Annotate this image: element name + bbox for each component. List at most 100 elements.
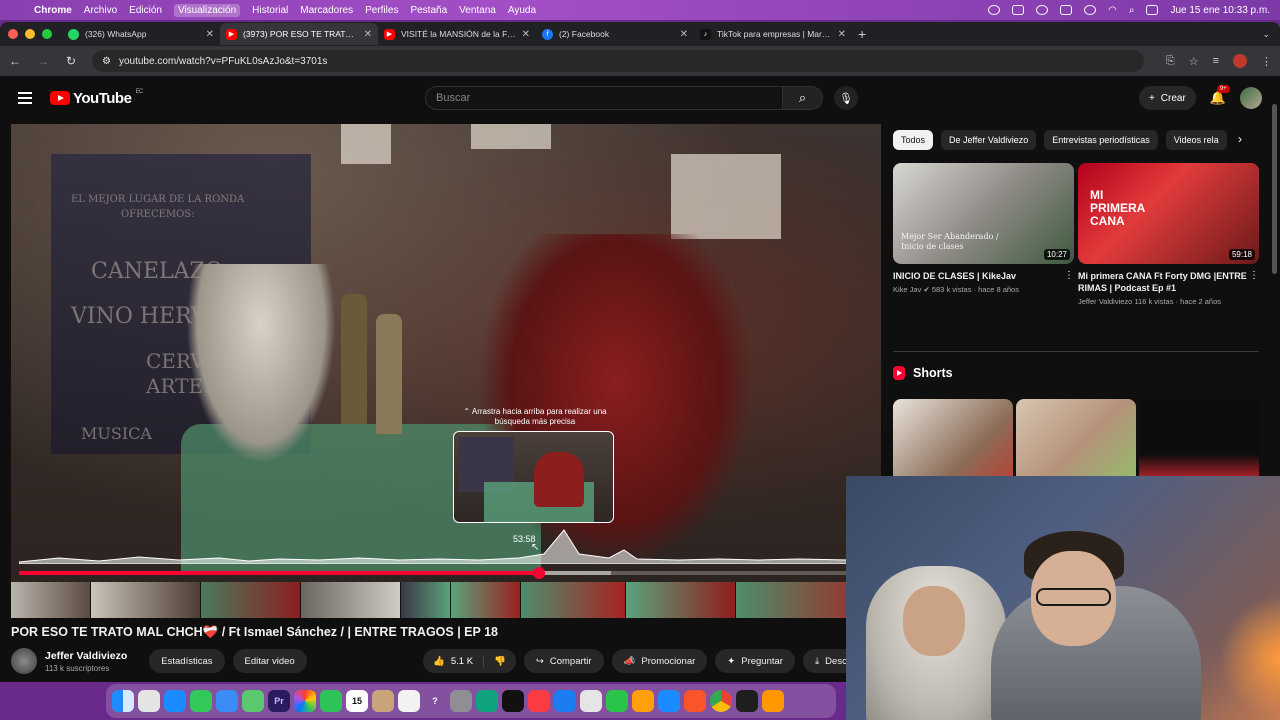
appstore-icon[interactable]: [658, 690, 680, 712]
video-thumbnail[interactable]: Mejor Ser Abanderado / Inicio de clases …: [893, 163, 1074, 264]
wifi-icon[interactable]: ◠: [1108, 5, 1117, 16]
bookmark-star-icon[interactable]: ☆: [1189, 55, 1199, 68]
omnibox[interactable]: ⚙ youtube.com/watch?v=PFuKL0sAzJo&t=3701…: [92, 50, 1144, 72]
ask-button[interactable]: ✦ Preguntar: [715, 649, 795, 673]
creative-cloud-icon[interactable]: [1036, 5, 1049, 15]
music-icon[interactable]: [528, 690, 550, 712]
help-icon[interactable]: ?: [424, 690, 446, 712]
maps-icon[interactable]: [242, 690, 264, 712]
create-button[interactable]: + Crear: [1138, 86, 1196, 110]
more-options-icon[interactable]: ⋮: [1249, 270, 1259, 281]
related-video-card[interactable]: MI PRIMERA CANA 59:18 Mi primera CANA Ft…: [1078, 163, 1259, 306]
menu-archivo[interactable]: Archivo: [84, 5, 117, 16]
storyboard-frame[interactable]: [451, 582, 521, 618]
tab-tiktok[interactable]: ♪ TikTok para empresas | Marketing ✕: [694, 23, 852, 45]
menu-ventana[interactable]: Ventana: [459, 5, 496, 16]
finder-icon[interactable]: [112, 690, 134, 712]
pages-icon[interactable]: [632, 690, 654, 712]
channel-name[interactable]: Jeffer Valdiviezo: [45, 650, 127, 662]
close-tab-icon[interactable]: ✕: [838, 29, 846, 40]
more-options-icon[interactable]: ⋮: [1064, 270, 1074, 281]
related-channel-name[interactable]: Jeffer Valdiviezo: [1078, 297, 1132, 306]
mail-icon[interactable]: [216, 690, 238, 712]
terminal-icon[interactable]: [736, 690, 758, 712]
control-center-icon[interactable]: [1146, 5, 1159, 15]
clock-icon[interactable]: [1084, 5, 1097, 15]
reminders-icon[interactable]: [398, 690, 420, 712]
tab-youtube-active[interactable]: ▶ (3973) POR ESO TE TRATO MAL ✕: [220, 23, 378, 45]
tab-youtube-mansion[interactable]: ▶ VISITÉ la MANSIÓN de la FAMA ✕: [378, 23, 536, 45]
menu-app-name[interactable]: Chrome: [34, 5, 72, 16]
close-tab-icon[interactable]: ✕: [522, 29, 530, 40]
close-tab-icon[interactable]: ✕: [364, 29, 372, 40]
photos-icon[interactable]: [294, 690, 316, 712]
chip-related[interactable]: Videos rela: [1165, 130, 1227, 150]
page-scrollbar[interactable]: [1272, 104, 1277, 274]
chip-interviews[interactable]: Entrevistas periodísticas: [1044, 130, 1158, 150]
tab-whatsapp[interactable]: (326) WhatsApp ✕: [62, 23, 220, 45]
storyboard-frame[interactable]: [201, 582, 301, 618]
storyboard-frame[interactable]: [11, 582, 91, 618]
channel-avatar[interactable]: [11, 648, 37, 674]
facetime-icon[interactable]: [320, 690, 342, 712]
video-player[interactable]: EL MEJOR LUGAR DE LA RONDA OFRECEMOS: CA…: [11, 124, 881, 618]
url-text[interactable]: youtube.com/watch?v=PFuKL0sAzJo&t=3701s: [119, 56, 327, 67]
screen-share-icon[interactable]: [1012, 5, 1025, 15]
voice-search-button[interactable]: 🎙: [834, 86, 858, 110]
promote-button[interactable]: 📣 Promocionar: [611, 649, 708, 673]
storyboard-frame[interactable]: [626, 582, 736, 618]
related-video-card[interactable]: Mejor Ser Abanderado / Inicio de clases …: [893, 163, 1074, 294]
account-avatar[interactable]: [1240, 87, 1262, 109]
video-thumbnail[interactable]: MI PRIMERA CANA 59:18: [1078, 163, 1259, 264]
tab-facebook[interactable]: f (2) Facebook ✕: [536, 23, 694, 45]
like-button[interactable]: 👍 5.1 K: [423, 655, 485, 667]
install-app-icon[interactable]: ⎘: [1166, 55, 1175, 68]
chip-todos[interactable]: Todos: [893, 130, 934, 150]
reload-button[interactable]: ↻: [64, 54, 78, 68]
dislike-button[interactable]: 👎: [484, 656, 516, 667]
search-button[interactable]: ⌕: [783, 86, 823, 110]
search-icon[interactable]: ⌕: [1129, 5, 1135, 16]
search-input[interactable]: Buscar: [425, 86, 783, 110]
extension-icon[interactable]: [1060, 5, 1073, 15]
chrome-icon[interactable]: [710, 690, 732, 712]
youtube-logo[interactable]: YouTube EC: [50, 89, 143, 107]
menu-hamburger-icon[interactable]: [18, 89, 32, 107]
extensions-icon[interactable]: ≡: [1213, 55, 1219, 67]
brave-icon[interactable]: [684, 690, 706, 712]
close-tab-icon[interactable]: ✕: [680, 29, 688, 40]
sublime-icon[interactable]: [762, 690, 784, 712]
storyboard-strip[interactable]: [11, 582, 881, 618]
new-tab-button[interactable]: +: [858, 26, 866, 42]
notifications-button[interactable]: 🔔 9+: [1210, 85, 1230, 106]
related-video-title[interactable]: INICIO DE CLASES | KikeJav: [893, 270, 1063, 282]
menu-historial[interactable]: Historial: [252, 5, 288, 16]
storyboard-frame[interactable]: [91, 582, 201, 618]
storyboard-frame[interactable]: [301, 582, 401, 618]
menu-perfiles[interactable]: Perfiles: [365, 5, 398, 16]
launchpad-icon[interactable]: [138, 690, 160, 712]
menu-visualizacion[interactable]: Visualización: [173, 3, 241, 17]
tab-search-icon[interactable]: ⌄: [1262, 29, 1270, 40]
back-button[interactable]: ←: [8, 54, 22, 68]
appletv-icon[interactable]: [502, 690, 524, 712]
chatgpt-icon[interactable]: [476, 690, 498, 712]
site-info-icon[interactable]: ⚙: [102, 56, 111, 67]
record-icon[interactable]: [988, 5, 1001, 15]
zoom-window-button[interactable]: [42, 29, 52, 39]
numbers-icon[interactable]: [606, 690, 628, 712]
contacts-icon[interactable]: [372, 690, 394, 712]
menu-pestana[interactable]: Pestaña: [410, 5, 447, 16]
close-tab-icon[interactable]: ✕: [206, 29, 214, 40]
share-button[interactable]: ↪ Compartir: [523, 649, 604, 673]
storyboard-frame[interactable]: [401, 582, 451, 618]
safari-icon[interactable]: [164, 690, 186, 712]
keynote-icon[interactable]: [554, 690, 576, 712]
menubar-clock[interactable]: Jue 15 ene 10:33 p.m.: [1170, 5, 1270, 16]
minimize-window-button[interactable]: [25, 29, 35, 39]
close-window-button[interactable]: [8, 29, 18, 39]
stats-button[interactable]: Estadísticas: [149, 649, 225, 673]
menu-ayuda[interactable]: Ayuda: [508, 5, 536, 16]
chip-from-channel[interactable]: De Jeffer Valdiviezo: [941, 130, 1037, 150]
edit-video-button[interactable]: Editar video: [232, 649, 307, 673]
